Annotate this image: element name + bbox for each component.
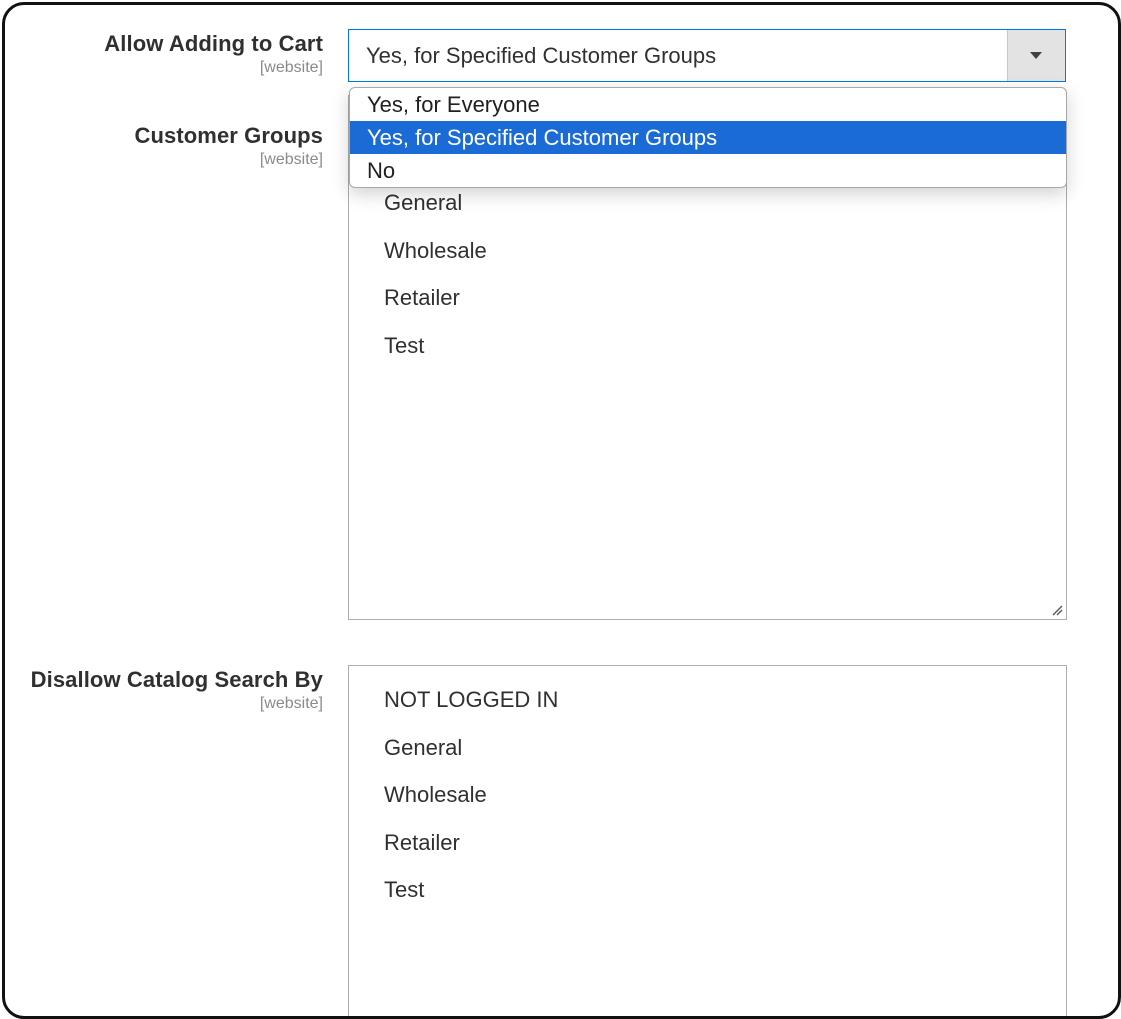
customer-groups-label: Customer Groups [134,123,323,148]
disallow-catalog-search-label: Disallow Catalog Search By [30,667,323,692]
allow-adding-to-cart-label: Allow Adding to Cart [104,31,323,56]
option-no[interactable]: No [350,154,1066,187]
list-item-not-logged-in[interactable]: NOT LOGGED IN [384,687,558,713]
customer-groups-label-block: Customer Groups [website] [134,123,323,169]
disallow-catalog-search-label-block: Disallow Catalog Search By [website] [31,667,323,713]
allow-adding-to-cart-select[interactable]: Yes, for Specified Customer Groups [348,29,1066,82]
scope-indicator: [website] [259,695,323,712]
scope-indicator: [website] [259,151,323,168]
scope-indicator: [website] [259,59,323,76]
allow-adding-to-cart-dropdown: Yes, for Everyone Yes, for Specified Cus… [349,87,1067,188]
option-yes-for-specified-customer-groups[interactable]: Yes, for Specified Customer Groups [350,121,1066,154]
list-item-wholesale[interactable]: Wholesale [384,238,487,264]
caret-down-icon [1030,52,1042,59]
list-item-test[interactable]: Test [384,333,424,359]
select-current-value: Yes, for Specified Customer Groups [366,43,717,68]
resize-grip-icon[interactable] [1051,604,1063,616]
list-item-retailer[interactable]: Retailer [384,285,460,311]
config-panel: Allow Adding to Cart [website] Yes, for … [2,2,1121,1019]
option-yes-for-everyone[interactable]: Yes, for Everyone [350,88,1066,121]
list-item-wholesale[interactable]: Wholesale [384,782,487,808]
list-item-general[interactable]: General [384,735,462,761]
list-item-general[interactable]: General [384,190,462,216]
list-item-retailer[interactable]: Retailer [384,830,460,856]
list-item-test[interactable]: Test [384,877,424,903]
allow-adding-to-cart-label-block: Allow Adding to Cart [website] [104,31,323,77]
select-arrow-button[interactable] [1007,30,1065,81]
disallow-catalog-search-multiselect[interactable]: NOT LOGGED IN General Wholesale Retailer… [348,665,1067,1016]
